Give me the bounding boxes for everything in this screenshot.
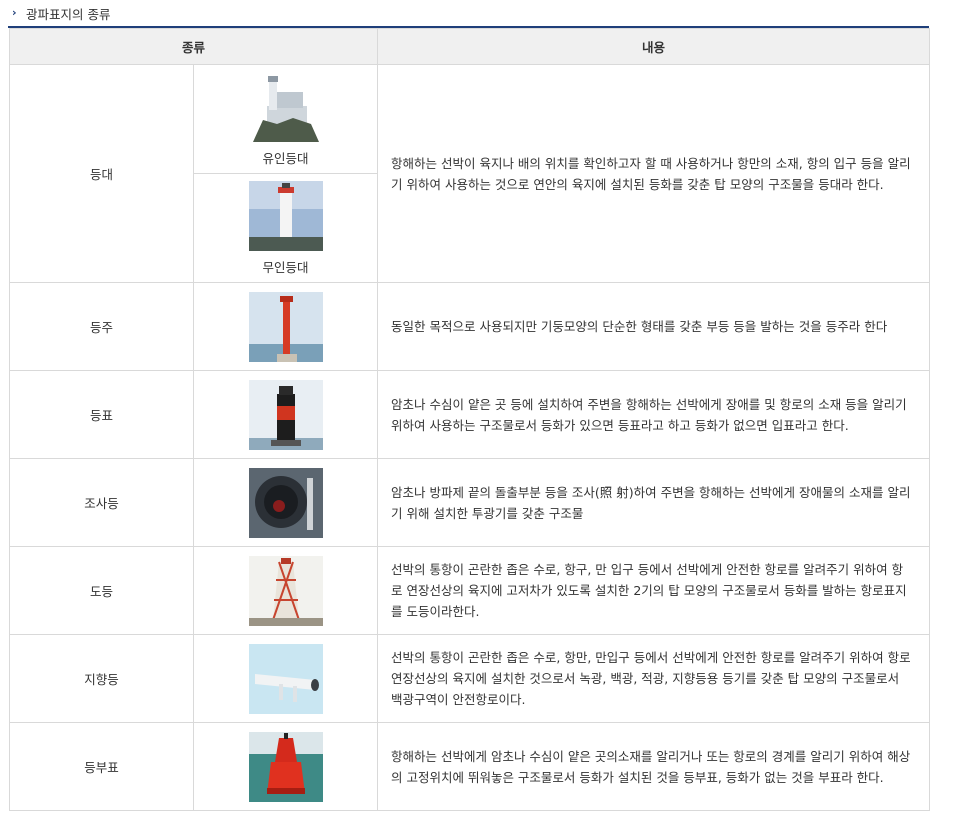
searchlight-icon — [248, 467, 323, 538]
description-cell: 암초나 방파제 끝의 돌출부분 등을 조사(照 射)하여 주변을 항해하는 선박… — [377, 458, 931, 547]
table-row: 도등 선박의 통항이 곤란한 좁은 수로, 항구, 만 입구 등에서 선박에게 … — [9, 546, 931, 635]
kind-cell: 등부표 — [9, 722, 194, 811]
unmanned-lighthouse-icon — [248, 180, 323, 251]
light-buoy-icon — [248, 731, 323, 802]
light-pole-icon — [248, 291, 323, 362]
table-header-row: 종류 내용 — [8, 28, 931, 65]
kind-cell: 등표 — [9, 370, 194, 459]
description-cell: 암초나 수심이 얕은 곳 등에 설치하여 주변을 항해하는 선박에게 장애를 및… — [377, 370, 931, 459]
table-row: 등대 유인등대 항해하는 선박이 육지나 배의 위치를 확인하고자 할 때 사용… — [9, 64, 931, 283]
image-cell — [192, 370, 379, 459]
table-row: 지향등 선박의 통항이 곤란한 좁은 수로, 항만, 만입구 등에서 선박에게 … — [9, 634, 931, 723]
image-cell — [192, 282, 379, 371]
image-cell — [192, 546, 379, 635]
column-header-content: 내용 — [377, 28, 931, 65]
section-title: 광파표지의 종류 — [26, 6, 111, 22]
column-header-kind: 종류 — [8, 28, 379, 65]
kind-cell: 지향등 — [9, 634, 194, 723]
kind-cell: 조사등 — [9, 458, 194, 547]
kind-cell: 도등 — [9, 546, 194, 635]
description-cell: 동일한 목적으로 사용되지만 기둥모양의 단순한 형태를 갖춘 부등 등을 발하… — [377, 282, 931, 371]
image-cell — [192, 458, 379, 547]
manned-lighthouse-icon — [248, 71, 323, 142]
light-marks-table: 종류 내용 등대 유인등대 항해하는 선박이 육지나 배의 위치를 확인하고자 … — [8, 28, 931, 811]
description-cell: 항해하는 선박에게 암초나 수심이 얕은 곳의소재를 알리거나 또는 항로의 경… — [377, 722, 931, 811]
kind-cell: 등대 — [9, 64, 194, 283]
table-row: 등표 암초나 수심이 얕은 곳 등에 설치하여 주변을 항해하는 선박에게 장애… — [9, 370, 931, 459]
table-row: 조사등 암초나 방파제 끝의 돌출부분 등을 조사(照 射)하여 주변을 항해하… — [9, 458, 931, 547]
kind-cell: 등주 — [9, 282, 194, 371]
leading-light-icon — [248, 555, 323, 626]
section-header: › 광파표지의 종류 — [8, 0, 929, 28]
image-cell: 무인등대 — [192, 173, 379, 283]
image-cell — [192, 722, 379, 811]
image-caption: 무인등대 — [262, 259, 309, 275]
image-cell: 유인등대 — [192, 64, 379, 174]
chevron-right-icon: › — [12, 6, 17, 19]
description-cell: 항해하는 선박이 육지나 배의 위치를 확인하고자 할 때 사용하거나 항만의 … — [377, 64, 931, 283]
image-caption: 유인등대 — [262, 150, 309, 166]
light-beacon-icon — [248, 379, 323, 450]
directional-light-icon — [248, 643, 323, 714]
table-row: 등주 동일한 목적으로 사용되지만 기둥모양의 단순한 형태를 갖춘 부등 등을… — [9, 282, 931, 371]
table-row: 등부표 항해하는 선박에게 암초나 수심이 얕은 곳의소재를 알리거나 또는 항… — [9, 722, 931, 811]
image-cell — [192, 634, 379, 723]
description-cell: 선박의 통항이 곤란한 좁은 수로, 항구, 만 입구 등에서 선박에게 안전한… — [377, 546, 931, 635]
description-cell: 선박의 통항이 곤란한 좁은 수로, 항만, 만입구 등에서 선박에게 안전한 … — [377, 634, 931, 723]
